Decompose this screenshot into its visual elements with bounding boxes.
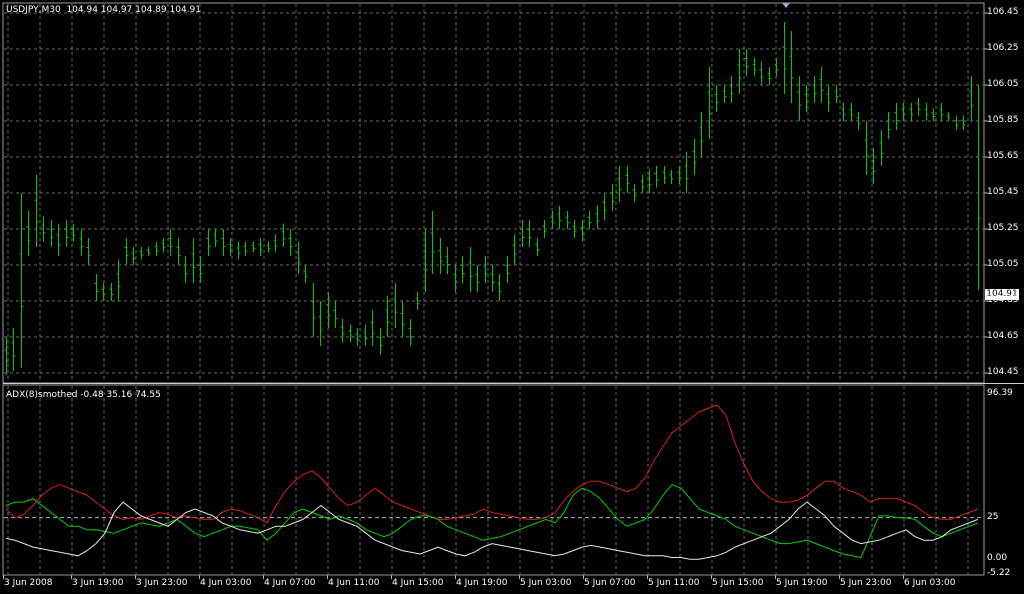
time-tick-label: 4 Jun 15:00 [392, 578, 444, 588]
indicator-tick-label: 0.00 [987, 552, 1008, 563]
price-tick-label: 105.05 [987, 259, 1019, 269]
price-tick-label: 105.25 [987, 223, 1019, 233]
time-tick-label: 5 Jun 19:00 [776, 578, 828, 588]
chart-title: USDJPY,M30 104.94 104.97 104.89 104.91 [6, 5, 201, 16]
time-tick-label: 4 Jun 03:00 [200, 578, 252, 588]
chart-canvas[interactable] [0, 0, 1024, 594]
time-tick-label: 6 Jun 03:00 [904, 578, 956, 588]
indicator-tick-label: -5.22 [987, 568, 1011, 578]
time-tick-label: 3 Jun 2008 [4, 578, 53, 588]
indicator-tick-label: 96.39 [987, 388, 1013, 398]
time-tick-label: 3 Jun 23:00 [136, 578, 188, 588]
price-tick-label: 105.65 [987, 151, 1019, 161]
price-tick-label: 104.85 [987, 295, 1019, 305]
time-tick-label: 5 Jun 11:00 [648, 578, 700, 588]
symbol-label: USDJPY,M30 [6, 5, 61, 15]
price-tick-label: 106.45 [987, 7, 1019, 17]
time-tick-label: 5 Jun 15:00 [712, 578, 764, 588]
time-tick-label: 4 Jun 19:00 [456, 578, 508, 588]
price-tick-label: 104.65 [987, 331, 1019, 341]
time-tick-label: 4 Jun 11:00 [328, 578, 380, 588]
ohlc-label: 104.94 104.97 104.89 104.91 [66, 5, 201, 15]
price-tick-label: 106.05 [987, 79, 1019, 89]
time-tick-label: 4 Jun 07:00 [264, 578, 316, 588]
time-tick-label: 5 Jun 07:00 [584, 578, 636, 588]
time-tick-label: 3 Jun 19:00 [72, 578, 124, 588]
price-tick-label: 104.45 [987, 367, 1019, 377]
price-tick-label: 106.25 [987, 43, 1019, 53]
time-tick-label: 5 Jun 03:00 [520, 578, 572, 588]
chart-background [0, 0, 1024, 594]
indicator-title: ADX(8)smothed -0.48 35.16 74.55 [6, 390, 161, 400]
indicator-tick-label: 25 [987, 511, 999, 522]
time-tick-label: 5 Jun 23:00 [840, 578, 892, 588]
price-tick-label: 105.85 [987, 115, 1019, 125]
price-tick-label: 105.45 [987, 187, 1019, 197]
